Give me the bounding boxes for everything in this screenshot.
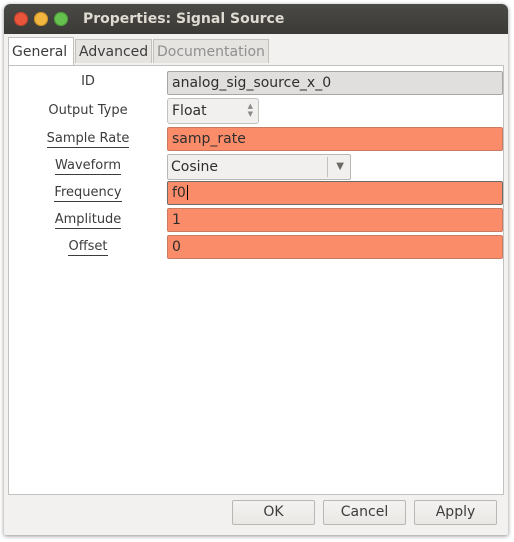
output-type-selector[interactable]: Float ▲ ▼ <box>167 98 259 124</box>
close-window-button[interactable] <box>14 12 28 26</box>
minimize-window-button[interactable] <box>34 12 48 26</box>
output-type-label: Output Type <box>48 103 128 118</box>
sample-rate-label: Sample Rate <box>46 131 130 148</box>
frequency-field[interactable]: f0 <box>167 181 503 205</box>
tab-advanced[interactable]: Advanced <box>75 39 152 63</box>
tab-general[interactable]: General <box>8 37 74 65</box>
tab-documentation[interactable]: Documentation <box>153 39 269 63</box>
apply-button[interactable]: Apply <box>414 500 497 525</box>
waveform-label: Waveform <box>55 158 121 175</box>
output-type-value: Float <box>172 103 207 119</box>
maximize-window-button[interactable] <box>54 12 68 26</box>
window-title: Properties: Signal Source <box>83 11 285 27</box>
properties-dialog: Properties: Signal Source General Advanc… <box>4 4 508 535</box>
id-field[interactable]: analog_sig_source_x_0 <box>167 71 503 95</box>
title-bar[interactable]: Properties: Signal Source <box>4 4 508 34</box>
amplitude-label: Amplitude <box>54 212 122 229</box>
offset-field[interactable]: 0 <box>167 235 503 259</box>
chevron-down-icon[interactable]: ▼ <box>336 155 344 179</box>
dropdown-divider <box>327 157 328 177</box>
spin-up-down-icon[interactable]: ▲ ▼ <box>248 102 253 118</box>
waveform-dropdown[interactable]: Cosine ▼ <box>167 154 351 180</box>
frequency-label: Frequency <box>54 185 122 202</box>
general-tab-panel: ID analog_sig_source_x_0 Output Type Flo… <box>8 65 504 495</box>
sample-rate-field[interactable]: samp_rate <box>167 127 503 151</box>
cancel-button[interactable]: Cancel <box>323 500 406 525</box>
amplitude-field[interactable]: 1 <box>167 208 503 232</box>
frequency-value: f0 <box>172 185 186 201</box>
text-cursor <box>186 185 188 200</box>
waveform-value: Cosine <box>171 159 219 175</box>
id-label: ID <box>81 74 95 89</box>
offset-label: Offset <box>68 239 108 256</box>
ok-button[interactable]: OK <box>232 500 315 525</box>
